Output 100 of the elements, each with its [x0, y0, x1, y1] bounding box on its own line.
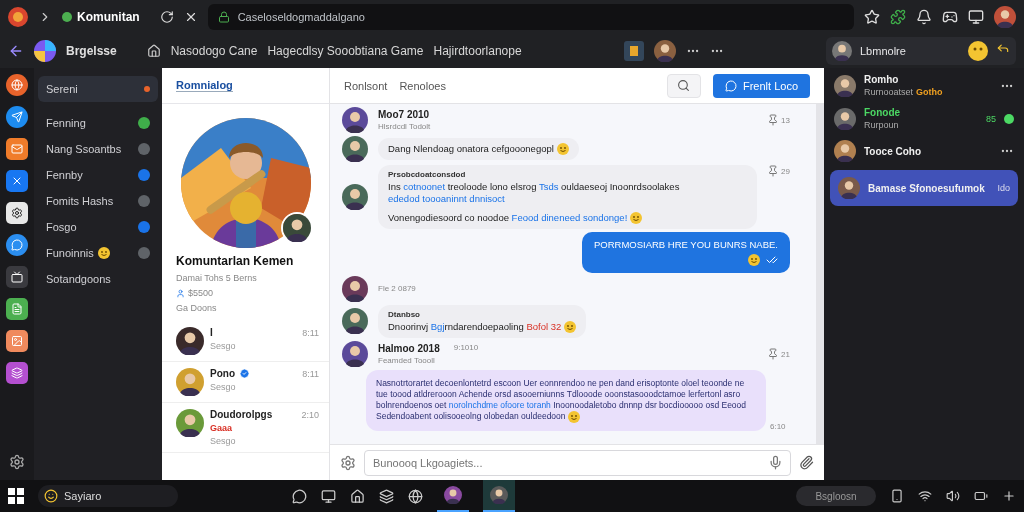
sidebar-label: Fomits Hashs: [46, 194, 114, 207]
globe-icon: [11, 79, 23, 91]
contact-name: I: [210, 327, 213, 338]
pin-icon[interactable]: [767, 165, 780, 177]
people-icon: [176, 288, 185, 298]
author-name: Halmoo 2018: [378, 343, 440, 354]
nav-link[interactable]: Hagecdlsy Sooobtiana Game: [267, 44, 424, 58]
message-text: PORRMOSIARB HRE YOU BUNRS NABE.: [593, 239, 778, 252]
avatar: [342, 107, 368, 133]
pin-icon[interactable]: [767, 114, 780, 126]
bell-icon[interactable]: [916, 9, 932, 25]
reply-icon[interactable]: [996, 41, 1010, 55]
star-icon[interactable]: [864, 9, 880, 25]
sidebar-item[interactable]: Fenning: [38, 111, 158, 134]
layers-icon[interactable]: [379, 488, 394, 504]
app-shortcut[interactable]: [6, 74, 28, 96]
message-link[interactable]: Feood dineneed sondonge!: [511, 211, 628, 223]
volume-icon[interactable]: [946, 489, 960, 503]
home-icon[interactable]: [146, 44, 161, 58]
app-shortcut[interactable]: [6, 202, 28, 224]
puzzle-icon[interactable]: [890, 9, 906, 25]
profile-stat: $5500: [188, 288, 214, 298]
browser-logo-icon[interactable]: [8, 7, 28, 27]
message-link[interactable]: cotnoonet: [403, 181, 446, 192]
sidebar-item[interactable]: Fosgo: [38, 215, 158, 238]
pin-icon[interactable]: [767, 348, 780, 360]
plus-icon[interactable]: [1002, 489, 1016, 503]
address-bar[interactable]: Caseloseldogmaddalgano: [207, 4, 854, 30]
window-icon[interactable]: [968, 9, 984, 25]
settings-icon[interactable]: [340, 454, 356, 471]
start-icon[interactable]: [8, 488, 24, 504]
wifi-icon[interactable]: [918, 489, 932, 503]
app-shortcut[interactable]: [6, 106, 28, 128]
attach-icon[interactable]: [799, 455, 814, 470]
app-logo-icon[interactable]: [34, 40, 56, 62]
app-shortcut[interactable]: [6, 298, 28, 320]
taskbar-app[interactable]: [483, 480, 515, 512]
settings-icon[interactable]: [9, 454, 25, 470]
chat-tab[interactable]: Ronlsont: [344, 79, 388, 92]
reload-icon[interactable]: [159, 10, 174, 24]
app-shortcut[interactable]: [6, 234, 28, 256]
browser-tab[interactable]: Komunitan: [62, 10, 140, 24]
search-button[interactable]: [666, 73, 701, 98]
battery-icon[interactable]: [974, 489, 988, 503]
chat-icon[interactable]: [292, 488, 307, 504]
avatar: [834, 107, 856, 130]
sidebar-item[interactable]: Fennby: [38, 163, 158, 186]
app-title: Brgelsse: [66, 44, 117, 58]
avatar: [838, 177, 860, 199]
message-link[interactable]: Bgj: [430, 320, 445, 332]
app-shortcut[interactable]: [6, 170, 28, 192]
search-icon: [677, 79, 691, 92]
taskbar-search[interactable]: Sayiaro: [38, 485, 178, 507]
sidebar-item[interactable]: Funoinnis: [38, 241, 158, 264]
gamepad-icon[interactable]: [942, 9, 958, 25]
conversation-item[interactable]: Bamase Sfonoesufumok Ido: [830, 170, 1018, 206]
author-name: Moo7 2010: [378, 109, 430, 120]
mail-icon: [11, 143, 23, 155]
conversation-item[interactable]: Tooce Coho: [830, 138, 1018, 164]
home-icon[interactable]: [350, 488, 365, 504]
sidebar-item[interactable]: Fomits Hashs: [38, 189, 158, 212]
back-icon[interactable]: [8, 43, 24, 59]
conversation-name: Tooce Coho: [864, 145, 923, 157]
globe-icon[interactable]: [408, 488, 423, 504]
phone-icon[interactable]: [890, 489, 904, 503]
nav-link[interactable]: Hajirdtoorlanope: [433, 44, 522, 58]
profile-tab[interactable]: Romnialog: [176, 79, 233, 92]
window-icon[interactable]: [321, 488, 336, 504]
search-text: Sayiaro: [64, 490, 102, 502]
app-shortcut[interactable]: [6, 138, 28, 160]
contact-item[interactable]: Doudorolpgs 2:10 Gaaa Sesgo: [162, 403, 329, 453]
message-link[interactable]: ededod toooaninnt dnnisoct: [388, 193, 505, 205]
folder-icon[interactable]: [623, 41, 644, 61]
message-link[interactable]: norolnchdme ofoore toranh: [448, 400, 551, 411]
message-field[interactable]: Bunoooq Lkgoagiets...: [364, 449, 791, 476]
emoji-icon[interactable]: [968, 41, 988, 61]
sidebar-item[interactable]: Nang Ssoantbs: [38, 137, 158, 160]
sidebar-item[interactable]: Sereni: [38, 76, 158, 102]
primary-button[interactable]: Frenlt Loco: [712, 73, 810, 98]
contact-item[interactable]: I 8:11 Sesgo: [162, 321, 329, 362]
message-time: 6:10: [770, 422, 786, 432]
chat-tab[interactable]: Renoloes: [399, 79, 446, 92]
tray-pill[interactable]: Bsgloosn: [796, 486, 876, 506]
mic-icon[interactable]: [768, 454, 783, 470]
conversation-item[interactable]: Fonode Rurpoun 85: [830, 105, 1018, 132]
conversation-tag: Gotho: [916, 87, 943, 97]
app-shortcut[interactable]: [6, 362, 28, 384]
conversation-item[interactable]: Romho Rurnooatset Gotho: [830, 72, 1018, 99]
avatar: [342, 136, 368, 162]
sidebar-item[interactable]: Sotandgoons: [38, 267, 158, 290]
contact-item[interactable]: Pono 8:11 Sesgo: [162, 362, 329, 403]
chat-bubble-icon: [724, 79, 737, 92]
message-link[interactable]: Tsds: [538, 181, 559, 192]
app-shortcut[interactable]: [6, 330, 28, 352]
online-dot: [1004, 113, 1014, 124]
nav-link[interactable]: Nasodogo Cane: [170, 44, 258, 58]
reaction-count: 13: [781, 115, 790, 125]
avatar: [342, 275, 368, 302]
user-header[interactable]: Lbmnolre: [826, 37, 1016, 65]
app-shortcut[interactable]: [6, 266, 28, 288]
